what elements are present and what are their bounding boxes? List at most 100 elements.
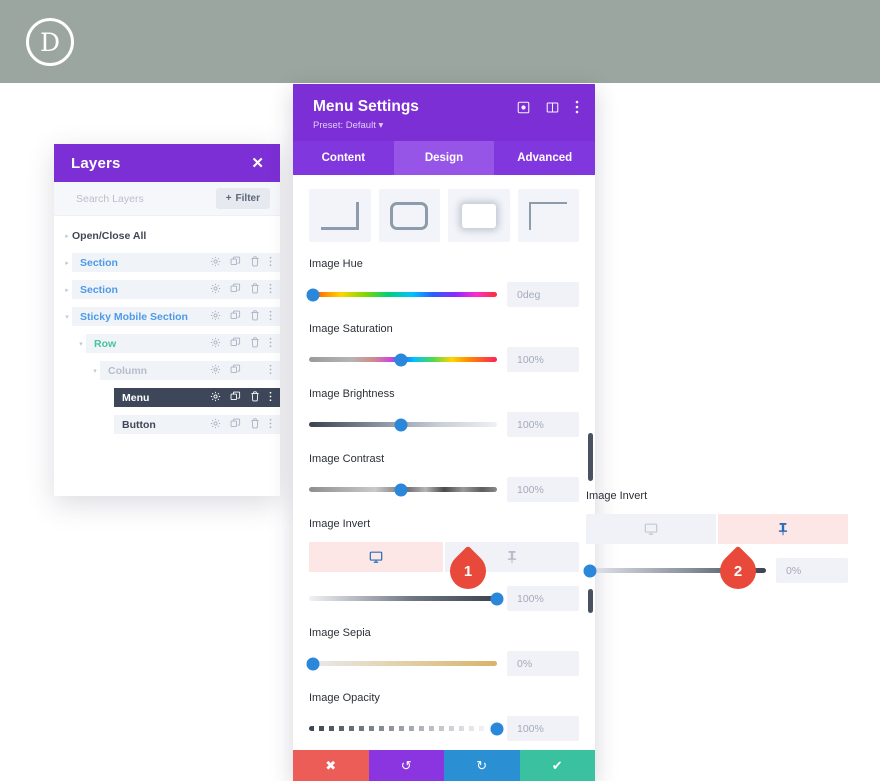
chevron-icon[interactable]: ▸ xyxy=(62,259,72,267)
image-sepia-value[interactable]: 0% xyxy=(507,651,579,676)
layer-label: Row xyxy=(94,337,117,350)
image-saturation-value[interactable]: 100% xyxy=(507,347,579,372)
duplicate-icon[interactable] xyxy=(230,364,241,378)
gear-icon[interactable] xyxy=(210,364,221,378)
pin-icon[interactable] xyxy=(718,514,848,544)
more-icon[interactable] xyxy=(269,337,272,351)
duplicate-icon[interactable] xyxy=(230,310,241,324)
tab-design[interactable]: Design xyxy=(393,141,495,175)
duplicate-icon[interactable] xyxy=(230,337,241,351)
slider-knob[interactable] xyxy=(583,564,597,577)
image-opacity-slider[interactable] xyxy=(309,722,504,736)
image-sepia-slider[interactable] xyxy=(306,657,497,671)
save-button[interactable]: ✔ xyxy=(519,750,595,781)
corner-top-left-icon[interactable] xyxy=(517,189,579,242)
search-layers-input[interactable]: Search Layers xyxy=(76,193,144,205)
settings-scrollbar-thumb-lower[interactable] xyxy=(588,589,593,613)
slider-knob[interactable] xyxy=(490,722,504,735)
image-contrast-value[interactable]: 100% xyxy=(507,477,579,502)
duplicate-icon[interactable] xyxy=(230,256,241,270)
layer-row-menu[interactable]: Menu xyxy=(104,388,280,407)
duplicate-icon[interactable] xyxy=(230,283,241,297)
tab-content[interactable]: Content xyxy=(293,141,394,175)
more-icon[interactable] xyxy=(269,391,272,405)
gear-icon[interactable] xyxy=(210,256,221,270)
layout-icon[interactable] xyxy=(546,101,559,116)
divi-logo[interactable]: D xyxy=(26,18,74,66)
image-invert-slider[interactable] xyxy=(309,592,504,606)
trash-icon[interactable] xyxy=(250,282,260,297)
more-icon[interactable] xyxy=(269,364,272,378)
image-invert-value-right[interactable]: 0% xyxy=(776,558,848,583)
trash-icon[interactable] xyxy=(250,255,260,270)
rounded-box-icon[interactable] xyxy=(378,189,440,242)
preset-selector[interactable]: Preset: Default ▾ xyxy=(313,120,577,131)
gear-icon[interactable] xyxy=(210,418,221,432)
settings-header-icons xyxy=(517,100,579,116)
duplicate-icon[interactable] xyxy=(230,418,241,432)
layer-row-icons xyxy=(204,334,280,353)
layer-row-column[interactable]: ▾ Column xyxy=(90,361,280,380)
desktop-icon[interactable] xyxy=(309,542,443,572)
settings-scrollbar-thumb-upper[interactable] xyxy=(588,433,593,481)
layer-label-wrap: Section xyxy=(72,253,204,272)
more-icon[interactable] xyxy=(269,310,272,324)
tab-advanced[interactable]: Advanced xyxy=(494,141,595,175)
trash-icon[interactable] xyxy=(250,336,260,351)
more-icon[interactable] xyxy=(269,283,272,297)
close-icon[interactable]: ✕ xyxy=(251,156,264,171)
slider-knob[interactable] xyxy=(394,353,408,366)
undo-button[interactable]: ↺ xyxy=(368,750,444,781)
image-hue-slider[interactable] xyxy=(306,288,497,302)
shadow-box-icon[interactable] xyxy=(448,189,510,242)
open-close-all-row[interactable]: ▸ Open/Close All xyxy=(62,226,280,245)
more-icon[interactable] xyxy=(269,256,272,270)
filter-button[interactable]: + Filter xyxy=(215,188,270,209)
slider-knob[interactable] xyxy=(394,418,408,431)
image-invert-field: Image Invert 100% xyxy=(293,518,595,611)
layer-row-row[interactable]: ▾ Row xyxy=(76,334,280,353)
gear-icon[interactable] xyxy=(210,337,221,351)
layer-row-section[interactable]: ▸ Section xyxy=(62,280,280,299)
layer-row-icons xyxy=(204,307,280,326)
cancel-button[interactable]: ✖ xyxy=(293,750,369,781)
image-invert-value[interactable]: 100% xyxy=(507,586,579,611)
callout-number: 2 xyxy=(733,562,743,580)
callout-badge-1: 1 xyxy=(442,545,494,597)
slider-knob[interactable] xyxy=(306,288,320,301)
chevron-icon[interactable]: ▾ xyxy=(90,367,100,375)
chevron-icon[interactable]: ▸ xyxy=(62,286,72,294)
image-hue-value[interactable]: 0deg xyxy=(507,282,579,307)
image-opacity-value[interactable]: 100% xyxy=(507,716,579,741)
image-saturation-label: Image Saturation xyxy=(309,323,393,335)
gear-icon[interactable] xyxy=(210,283,221,297)
image-brightness-slider[interactable] xyxy=(309,418,497,432)
trash-icon[interactable] xyxy=(250,309,260,324)
gear-icon[interactable] xyxy=(210,310,221,324)
more-icon[interactable] xyxy=(269,418,272,432)
slider-knob[interactable] xyxy=(394,483,408,496)
layer-row-button[interactable]: Button xyxy=(104,415,280,434)
desktop-icon[interactable] xyxy=(586,514,716,544)
layer-label: Section xyxy=(80,283,118,296)
chevron-right-icon: ▸ xyxy=(65,232,69,240)
duplicate-icon[interactable] xyxy=(230,391,241,405)
chevron-icon[interactable]: ▾ xyxy=(62,313,72,321)
screen-root: D Layers ✕ Search Layers + Filter ▸ Open… xyxy=(0,0,880,781)
image-saturation-slider[interactable] xyxy=(309,353,497,367)
chevron-icon[interactable]: ▾ xyxy=(76,340,86,348)
image-contrast-slider[interactable] xyxy=(309,483,497,497)
redo-button[interactable]: ↻ xyxy=(444,750,520,781)
layer-row-section[interactable]: ▸ Section xyxy=(62,253,280,272)
more-vertical-icon[interactable] xyxy=(575,100,579,116)
gear-icon[interactable] xyxy=(210,391,221,405)
image-brightness-value[interactable]: 100% xyxy=(507,412,579,437)
trash-icon[interactable] xyxy=(250,417,260,432)
slider-knob[interactable] xyxy=(306,657,320,670)
corner-bottom-right-icon[interactable] xyxy=(309,189,371,242)
trash-icon[interactable] xyxy=(250,390,260,405)
slider-track xyxy=(309,661,497,666)
slider-knob[interactable] xyxy=(490,592,504,605)
target-icon[interactable] xyxy=(517,101,530,116)
layer-row-sticky-mobile-section[interactable]: ▾ Sticky Mobile Section xyxy=(62,307,280,326)
